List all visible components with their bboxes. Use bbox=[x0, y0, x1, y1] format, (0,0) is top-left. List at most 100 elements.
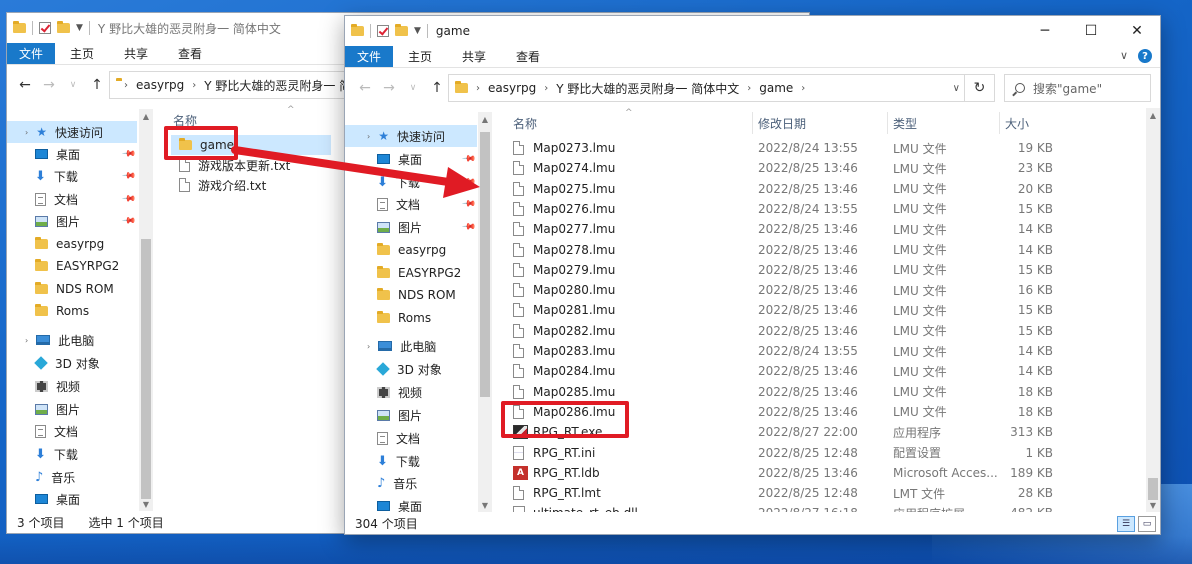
sidebar-item[interactable]: 桌面 📌 bbox=[7, 143, 137, 165]
pin-icon[interactable]: 📌 bbox=[461, 219, 476, 234]
sidebar-item[interactable]: 视频 bbox=[345, 381, 477, 403]
expand-chevron-icon[interactable]: › bbox=[367, 342, 370, 351]
pin-icon[interactable]: 📌 bbox=[121, 213, 136, 228]
sidebar-item[interactable]: 图片 📌 bbox=[7, 210, 137, 232]
sidebar-item[interactable]: 文档 📌 bbox=[7, 188, 137, 210]
sidebar-item[interactable]: 视频 bbox=[7, 375, 137, 397]
pin-icon[interactable]: 📌 bbox=[121, 191, 136, 206]
sidebar-item[interactable]: ♪ 音乐 bbox=[345, 472, 477, 494]
tab-home[interactable]: 主页 bbox=[55, 43, 109, 64]
details-view-icon[interactable]: ☰ bbox=[1117, 516, 1135, 532]
file-row[interactable]: ultimate_rt_eb.dll2022/8/27 16:18应用程序扩展4… bbox=[511, 503, 1111, 512]
sidebar-item[interactable]: › ★ 快速访问 bbox=[345, 125, 477, 147]
file-row[interactable]: Map0275.lmu 2022/8/25 13:46 LMU 文件 20 KB bbox=[511, 179, 1111, 199]
sidebar-item[interactable]: › 此电脑 bbox=[7, 329, 137, 351]
file-row[interactable]: A RPG_RT.ldb 2022/8/25 13:46 Microsoft Acce… bbox=[511, 463, 1111, 483]
sidebar-item[interactable]: ⬇ 下载 bbox=[345, 450, 477, 472]
maximize-icon[interactable]: ☐ bbox=[1068, 16, 1114, 46]
forward-arrow-icon[interactable]: → bbox=[37, 77, 61, 93]
refresh-icon[interactable]: ↻ bbox=[964, 75, 994, 101]
column-header-name[interactable]: 名称 bbox=[513, 112, 537, 134]
column-header-date[interactable]: 修改日期 bbox=[758, 112, 806, 134]
breadcrumb-easyrpg[interactable]: easyrpg bbox=[488, 81, 536, 95]
expand-ribbon-icon[interactable]: ∨ bbox=[1120, 49, 1128, 63]
new-folder-icon[interactable] bbox=[395, 24, 408, 36]
up-arrow-icon[interactable]: ↑ bbox=[85, 77, 109, 93]
file-row[interactable]: Map0285.lmu 2022/8/25 13:46 LMU 文件 18 KB bbox=[511, 382, 1111, 402]
file-row[interactable]: Map0277.lmu 2022/8/25 13:46 LMU 文件 14 KB bbox=[511, 219, 1111, 239]
tab-file[interactable]: 文件 bbox=[345, 46, 394, 67]
recent-chevron-icon[interactable]: ∨ bbox=[61, 80, 85, 90]
sidebar-item[interactable]: ⬇ 下载 bbox=[7, 443, 137, 465]
expand-chevron-icon[interactable]: › bbox=[367, 132, 370, 141]
sidebar-item[interactable]: 图片 bbox=[7, 398, 137, 420]
sidebar-item[interactable]: ♪ 音乐 bbox=[7, 466, 137, 488]
pin-icon[interactable]: 📌 bbox=[121, 168, 136, 183]
pin-icon[interactable]: 📌 bbox=[461, 196, 476, 211]
sidebar-item[interactable]: 桌面 bbox=[345, 495, 477, 512]
minimize-icon[interactable]: ─ bbox=[1022, 16, 1068, 46]
sidebar-item[interactable]: › 此电脑 bbox=[345, 335, 477, 357]
tab-share[interactable]: 共享 bbox=[447, 46, 501, 67]
chevron-down-icon[interactable]: ▼ bbox=[76, 23, 83, 33]
pin-icon[interactable]: 📌 bbox=[121, 146, 136, 161]
close-icon[interactable]: ✕ bbox=[1114, 16, 1160, 46]
nav-scrollbar[interactable]: ▲ ▼ bbox=[478, 112, 492, 512]
sidebar-item[interactable]: EASYRPG2 bbox=[345, 262, 477, 284]
column-header-size[interactable]: 大小 bbox=[1005, 112, 1029, 134]
file-row[interactable]: Map0276.lmu 2022/8/24 13:55 LMU 文件 15 KB bbox=[511, 199, 1111, 219]
file-row[interactable]: Map0278.lmu 2022/8/25 13:46 LMU 文件 14 KB bbox=[511, 240, 1111, 260]
sidebar-item[interactable]: ⬇ 下载 📌 bbox=[345, 171, 477, 193]
file-row[interactable]: Map0282.lmu 2022/8/25 13:46 LMU 文件 15 KB bbox=[511, 321, 1111, 341]
sidebar-item[interactable]: EASYRPG2 bbox=[7, 255, 137, 277]
file-row[interactable]: RPG_RT.lmt 2022/8/25 12:48 LMT 文件 28 KB bbox=[511, 483, 1111, 503]
pin-icon[interactable]: 📌 bbox=[461, 151, 476, 166]
nav-scrollbar[interactable]: ▲ ▼ bbox=[139, 109, 153, 511]
file-row[interactable]: RPG_RT.ini 2022/8/25 12:48 配置设置 1 KB bbox=[511, 443, 1111, 463]
up-arrow-icon[interactable]: ↑ bbox=[425, 80, 449, 96]
file-row[interactable]: Map0280.lmu 2022/8/25 13:46 LMU 文件 16 KB bbox=[511, 280, 1111, 300]
tab-home[interactable]: 主页 bbox=[393, 46, 447, 67]
chevron-down-icon[interactable]: ▼ bbox=[414, 26, 421, 36]
file-row[interactable]: Map0281.lmu 2022/8/25 13:46 LMU 文件 15 KB bbox=[511, 300, 1111, 320]
address-dropdown-icon[interactable]: ∨ bbox=[953, 83, 960, 94]
expand-chevron-icon[interactable]: › bbox=[25, 128, 28, 137]
sidebar-item[interactable]: 图片 📌 bbox=[345, 216, 477, 238]
breadcrumb-game[interactable]: game bbox=[759, 81, 793, 95]
sidebar-item[interactable]: › ★ 快速访问 bbox=[7, 121, 137, 143]
explorer-window-front[interactable]: ▼ game ─ ☐ ✕ 文件 主页 共享 查看 ∨ ? ← → ∨ ↑ › e… bbox=[344, 15, 1161, 535]
file-row[interactable]: Map0284.lmu 2022/8/25 13:46 LMU 文件 14 KB bbox=[511, 361, 1111, 381]
sidebar-item[interactable]: NDS ROM bbox=[7, 278, 137, 300]
breadcrumb-game-root[interactable]: Y 野比大雄的恶灵附身一 简 bbox=[204, 77, 348, 94]
breadcrumb-game-root[interactable]: Y 野比大雄的恶灵附身一 简体中文 bbox=[556, 80, 739, 97]
sidebar-item[interactable]: 桌面 bbox=[7, 488, 137, 510]
address-bar[interactable]: › easyrpg › Y 野比大雄的恶灵附身一 简 bbox=[109, 71, 349, 99]
sidebar-item[interactable]: easyrpg bbox=[345, 239, 477, 261]
sidebar-item[interactable]: 图片 bbox=[345, 404, 477, 426]
tab-file[interactable]: 文件 bbox=[7, 43, 56, 64]
file-list-scrollbar[interactable]: ▲ ▼ bbox=[1146, 108, 1160, 512]
breadcrumb-easyrpg[interactable]: easyrpg bbox=[136, 78, 184, 92]
sidebar-item[interactable]: 文档 bbox=[7, 420, 137, 442]
sidebar-item[interactable]: 桌面 📌 bbox=[345, 148, 477, 170]
tab-share[interactable]: 共享 bbox=[109, 43, 163, 64]
recent-chevron-icon[interactable]: ∨ bbox=[401, 83, 425, 93]
file-row[interactable]: 游戏介绍.txt bbox=[171, 175, 331, 195]
forward-arrow-icon[interactable]: → bbox=[377, 80, 401, 96]
help-icon[interactable]: ? bbox=[1138, 49, 1152, 63]
tab-view[interactable]: 查看 bbox=[501, 46, 555, 67]
sidebar-item[interactable]: Roms bbox=[7, 300, 137, 322]
properties-icon[interactable] bbox=[39, 22, 51, 34]
search-input[interactable]: 搜索"game" bbox=[1004, 74, 1151, 102]
tab-view[interactable]: 查看 bbox=[163, 43, 217, 64]
pin-icon[interactable]: 📌 bbox=[461, 174, 476, 189]
sidebar-item[interactable]: 文档 📌 bbox=[345, 193, 477, 215]
new-folder-icon[interactable] bbox=[57, 21, 70, 33]
expand-chevron-icon[interactable]: › bbox=[25, 336, 28, 345]
file-row[interactable]: Map0283.lmu 2022/8/24 13:55 LMU 文件 14 KB bbox=[511, 341, 1111, 361]
sidebar-item[interactable]: Roms bbox=[345, 307, 477, 329]
sidebar-item[interactable]: easyrpg bbox=[7, 233, 137, 255]
sidebar-item[interactable]: 文档 bbox=[345, 427, 477, 449]
sidebar-item[interactable]: 3D 对象 bbox=[345, 358, 477, 380]
column-header-type[interactable]: 类型 bbox=[893, 112, 917, 134]
